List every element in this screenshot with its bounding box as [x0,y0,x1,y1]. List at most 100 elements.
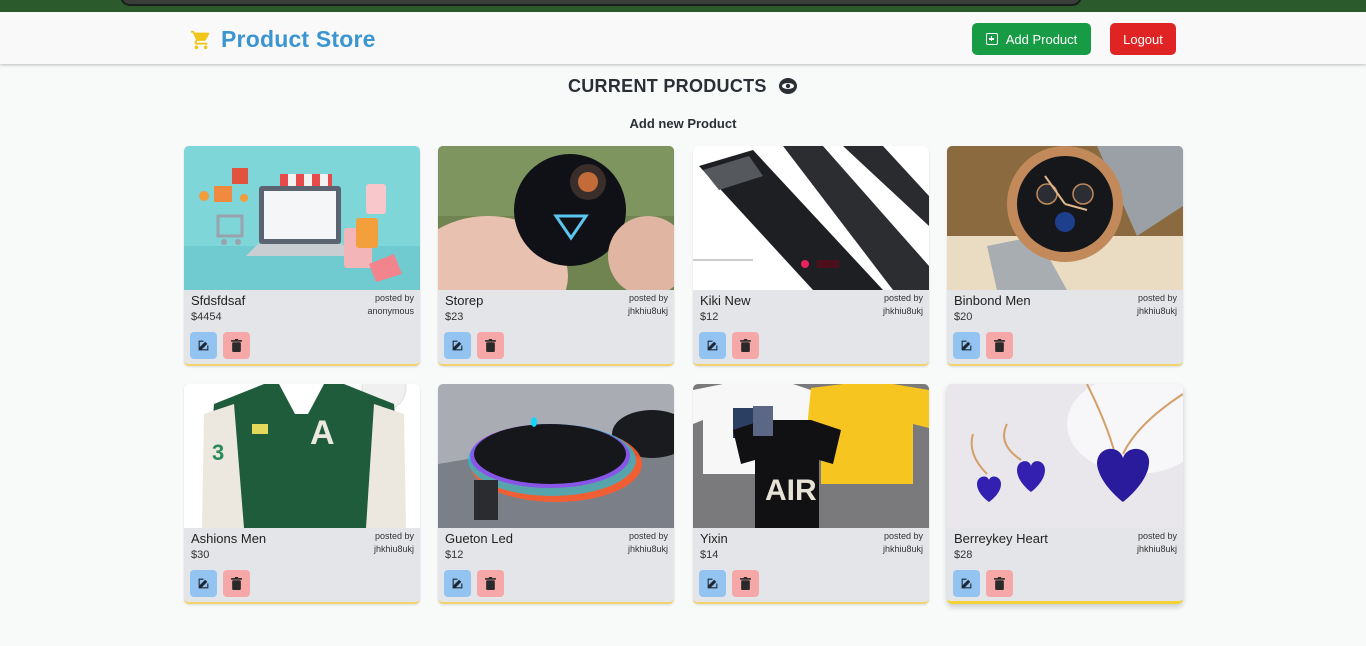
posted-by: posted by jhkhiu8ukj [628,292,668,318]
delete-button[interactable] [986,332,1013,359]
svg-text:A: A [310,414,335,452]
product-name: Berreykey Heart [954,531,1048,546]
posted-by: posted by anonymous [367,292,414,318]
posted-by-label: posted by [883,531,923,541]
product-card: Berreykey Heart $28 posted by jhkhiu8ukj [947,384,1183,604]
posted-by: posted by jhkhiu8ukj [1137,530,1177,556]
delete-button[interactable] [477,570,504,597]
product-price: $4454 [191,311,222,323]
posted-by-user: jhkhiu8ukj [627,544,668,554]
product-card: Storep $23 posted by jhkhiu8ukj [438,146,674,366]
edit-button[interactable] [699,570,726,597]
product-name: Storep [445,293,484,308]
posted-by-label: posted by [374,531,414,541]
wrist-watch-image [947,146,1183,290]
posted-by-user: jhkhiu8ukj [373,544,414,554]
delete-button[interactable] [477,332,504,359]
page-heading-text: CURRENT PRODUCTS [567,76,767,96]
trash-icon [740,577,751,590]
top-bar-pill [120,0,1082,6]
edit-icon [961,340,972,351]
trash-icon [231,339,242,352]
product-price: $20 [954,311,973,323]
edit-icon [707,578,718,589]
trash-icon [231,577,242,590]
cart-icon [190,29,212,51]
varsity-jacket-image: A 3 [184,384,420,528]
product-name: Ashions Men [191,531,267,546]
edit-button[interactable] [444,332,471,359]
trash-icon [485,577,496,590]
product-name: Binbond Men [954,293,1031,308]
logout-button[interactable]: Logout [1110,23,1176,55]
trash-icon [740,339,751,352]
posted-by: posted by jhkhiu8ukj [1137,292,1177,318]
posted-by-label: posted by [883,293,923,303]
edit-button[interactable] [699,332,726,359]
delete-button[interactable] [223,570,250,597]
trash-icon [994,339,1005,352]
delete-button[interactable] [223,332,250,359]
product-price: $12 [700,311,719,323]
posted-by-user: jhkhiu8ukj [882,306,923,316]
edit-icon [198,340,209,351]
shopping-laptop-image [184,146,420,290]
brand[interactable]: Product Store [190,26,376,53]
heart-necklace-image [947,384,1183,528]
product-card: Sfdsfdsaf $4454 posted by anonymous [184,146,420,366]
navbar: Product Store Add Product Logout [0,12,1366,64]
edit-button[interactable] [444,570,471,597]
posted-by-user: jhkhiu8ukj [1136,306,1177,316]
edit-button[interactable] [190,570,217,597]
plus-square-icon [985,33,998,45]
product-name: Gueton Led [445,531,513,546]
posted-by-user: jhkhiu8ukj [1136,544,1177,554]
product-name: Sfdsfdsaf [191,293,246,308]
edit-icon [452,340,463,351]
delete-button[interactable] [986,570,1013,597]
product-name: Kiki New [700,293,751,308]
edit-icon [961,578,972,589]
product-card: Binbond Men $20 posted by jhkhiu8ukj [947,146,1183,366]
edit-button[interactable] [953,570,980,597]
edit-icon [198,578,209,589]
posted-by: posted by jhkhiu8ukj [883,292,923,318]
eye-icon [778,77,798,100]
product-card: A 3 Ashions Men $30 posted by jhkhiu8ukj [184,384,420,604]
posted-by-label: posted by [1137,531,1177,541]
edit-button[interactable] [953,332,980,359]
product-price: $23 [445,311,464,323]
delete-button[interactable] [732,332,759,359]
browser-top-strip [0,0,1366,12]
page-heading: CURRENT PRODUCTS [0,76,1366,100]
posted-by-label: posted by [1137,293,1177,303]
delete-button[interactable] [732,570,759,597]
posted-by-user: jhkhiu8ukj [882,544,923,554]
edit-icon [707,340,718,351]
product-card: Kiki New $12 posted by jhkhiu8ukj [693,146,929,366]
add-product-button[interactable]: Add Product [972,23,1091,55]
svg-text:3: 3 [212,440,224,465]
trash-icon [485,339,496,352]
edit-icon [452,578,463,589]
posted-by-user: jhkhiu8ukj [627,306,668,316]
posted-by: posted by jhkhiu8ukj [374,530,414,556]
product-price: $14 [700,549,719,561]
product-card: AIR Yixin $14 posted by jhkhiu8ukj [693,384,929,604]
posted-by-label: posted by [628,531,668,541]
product-card: Gueton Led $12 posted by jhkhiu8ukj [438,384,674,604]
logout-label: Logout [1123,31,1163,47]
posted-by-label: posted by [628,293,668,303]
product-price: $12 [445,549,464,561]
add-new-product-link[interactable]: Add new Product [0,116,1366,131]
tshirts-image: AIR [693,384,929,528]
product-price: $28 [954,549,973,561]
product-price: $30 [191,549,210,561]
hair-clipper-image [693,146,929,290]
posted-by: posted by jhkhiu8ukj [883,530,923,556]
posted-by: posted by jhkhiu8ukj [628,530,668,556]
posted-by-label: posted by [374,293,414,303]
product-name: Yixin [700,531,728,546]
svg-text:AIR: AIR [765,474,817,507]
edit-button[interactable] [190,332,217,359]
